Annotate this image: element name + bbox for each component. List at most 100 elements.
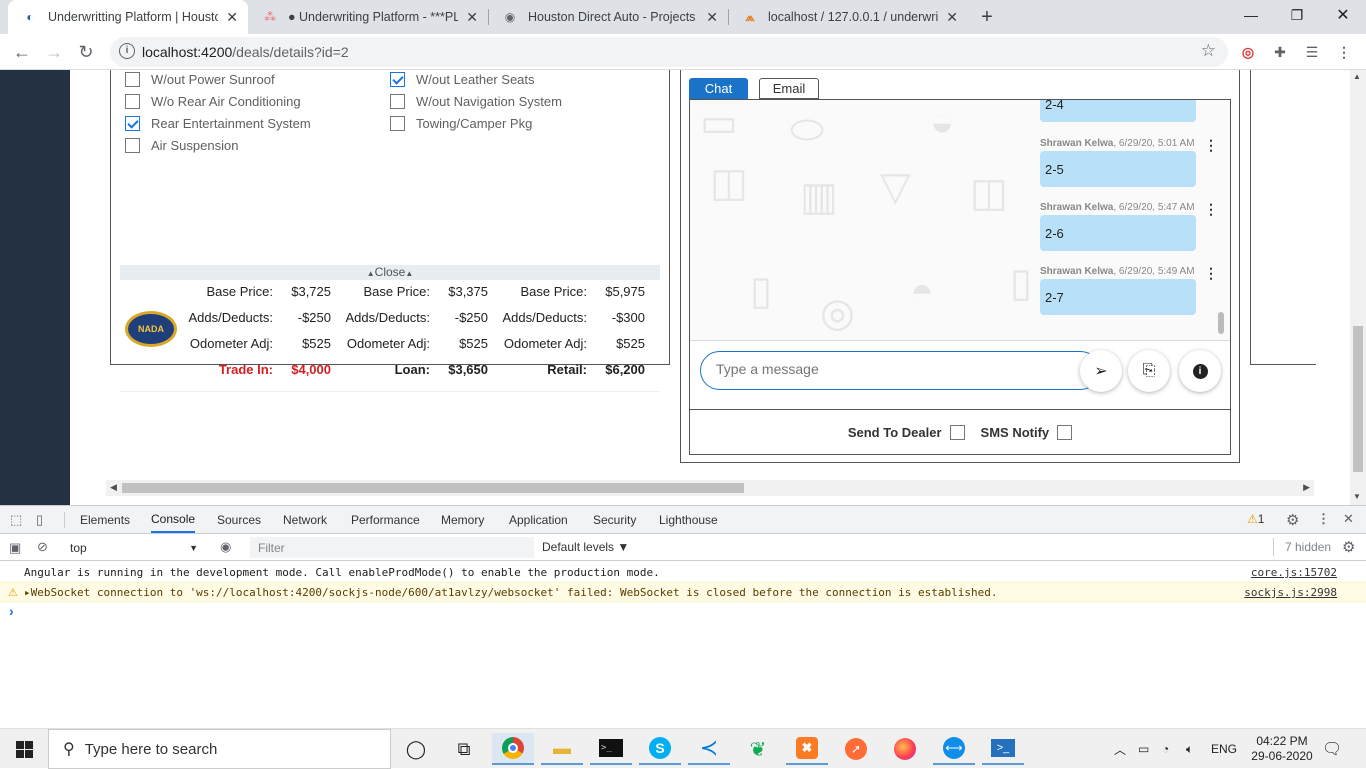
attach-button[interactable]: ⎘ [1128, 350, 1170, 392]
browser-tab-underwriting-plz[interactable]: ⁂ ● Underwriting Platform - ***PLZ ✕ [248, 0, 488, 34]
log-source-link[interactable]: sockjs.js:2998 [1244, 583, 1337, 603]
terminal-icon[interactable]: >_ [590, 733, 632, 765]
info-button[interactable]: i [1179, 350, 1221, 392]
extensions-puzzle-icon[interactable]: ✚ [1270, 42, 1290, 62]
context-select[interactable]: top ▼ [64, 538, 204, 557]
live-expression-eye-icon[interactable]: ◉ [220, 539, 231, 555]
scroll-thumb[interactable] [1353, 326, 1363, 472]
option-leather-seats[interactable]: W/out Leather Seats [390, 72, 535, 87]
console-filter-input[interactable]: Filter [250, 537, 534, 558]
message-input-wrapper[interactable] [700, 351, 1100, 390]
close-devtools-icon[interactable]: ✕ [1343, 511, 1354, 527]
chrome-taskbar-icon[interactable] [492, 733, 534, 765]
close-tab-icon[interactable]: ✕ [466, 9, 478, 26]
clear-console-icon[interactable]: ⊘ [37, 539, 48, 555]
taskbar-search-box[interactable]: ⚲ Type here to search [48, 729, 391, 769]
task-view-icon[interactable]: ⧉ [443, 733, 485, 765]
show-hidden-icons-icon[interactable]: ︿ [1114, 729, 1126, 769]
checkbox[interactable] [125, 138, 140, 153]
back-icon[interactable]: ← [8, 38, 36, 66]
close-tab-icon[interactable]: ✕ [706, 9, 718, 26]
scroll-right-icon[interactable]: ▶ [1303, 482, 1310, 493]
cortana-icon[interactable]: ◯ [395, 733, 437, 765]
devtools-tab-sources[interactable]: Sources [217, 506, 261, 533]
battery-icon[interactable]: ▭ [1138, 729, 1149, 769]
browser-tab-underwritting[interactable]: ◐ Underwritting Platform | Houston ✕ [8, 0, 248, 34]
option-rear-entertainment[interactable]: Rear Entertainment System [125, 116, 311, 131]
message-menu-icon[interactable]: ⋮ [1204, 266, 1218, 280]
minimize-icon[interactable]: — [1228, 0, 1274, 30]
message-menu-icon[interactable]: ⋮ [1204, 202, 1218, 216]
checkbox[interactable] [125, 72, 140, 87]
volume-icon[interactable]: 🔈︎ [1186, 729, 1193, 769]
option-navigation[interactable]: W/out Navigation System [390, 94, 562, 109]
page-horizontal-scrollbar[interactable]: ◀ ▶ [106, 480, 1314, 496]
devtools-tab-lighthouse[interactable]: Lighthouse [659, 506, 718, 533]
browser-menu-icon[interactable]: ⋮ [1334, 42, 1354, 62]
checkbox[interactable] [125, 94, 140, 109]
mongodb-icon[interactable]: ❦ [737, 733, 779, 765]
checkbox-checked[interactable] [125, 116, 140, 131]
new-tab-button[interactable]: + [976, 4, 998, 30]
skype-icon[interactable]: S [639, 733, 681, 765]
message-input[interactable] [716, 361, 1076, 377]
close-tab-icon[interactable]: ✕ [946, 9, 958, 26]
close-toggle-bar[interactable]: ▲Close▲ [120, 265, 660, 280]
profile-avatar-icon[interactable]: ☰ [1302, 42, 1322, 62]
send-button[interactable]: ➢ [1080, 350, 1122, 392]
bookmark-star-icon[interactable]: ☆ [1201, 41, 1216, 61]
devtools-tab-network[interactable]: Network [283, 506, 327, 533]
scroll-thumb[interactable] [122, 483, 744, 493]
forward-icon[interactable]: → [40, 38, 68, 66]
console-prompt[interactable]: › [9, 603, 14, 619]
firefox-icon[interactable] [884, 733, 926, 765]
checkbox-checked[interactable] [390, 72, 405, 87]
scroll-left-icon[interactable]: ◀ [110, 482, 117, 493]
devtools-tab-memory[interactable]: Memory [441, 506, 484, 533]
devtools-tab-elements[interactable]: Elements [80, 506, 130, 533]
browser-tab-phpmyadmin[interactable]: ⩕ localhost / 127.0.0.1 / underwritin ✕ [728, 0, 968, 34]
wifi-icon[interactable]: ◔ [1162, 729, 1169, 769]
scroll-down-icon[interactable]: ▼ [1353, 492, 1361, 501]
log-source-link[interactable]: core.js:15702 [1251, 563, 1337, 583]
more-options-icon[interactable]: ⋮ [1317, 511, 1330, 527]
console-settings-gear-icon[interactable]: ⚙ [1342, 538, 1355, 556]
teamviewer-icon[interactable]: ⟷ [933, 733, 975, 765]
device-toolbar-icon[interactable]: ▯ [36, 512, 43, 528]
message-scrollbar[interactable] [1218, 312, 1224, 334]
option-power-sunroof[interactable]: W/out Power Sunroof [125, 72, 275, 87]
warning-counter[interactable]: ⚠1 [1247, 512, 1264, 526]
log-levels-dropdown[interactable]: Default levels ▼ [542, 540, 629, 554]
tab-chat[interactable]: Chat [689, 78, 748, 99]
checkbox[interactable] [390, 94, 405, 109]
browser-tab-houston-projects[interactable]: ◉ Houston Direct Auto - Projects ✕ [488, 0, 728, 34]
option-rear-ac[interactable]: W/o Rear Air Conditioning [125, 94, 301, 109]
xampp-icon[interactable]: ✖ [786, 733, 828, 765]
url-text[interactable]: localhost:4200/deals/details?id=2 [142, 44, 349, 60]
devtools-tab-performance[interactable]: Performance [351, 506, 420, 533]
vscode-icon[interactable]: ≺ [688, 733, 730, 765]
sms-notify-checkbox[interactable] [1057, 424, 1073, 440]
language-indicator[interactable]: ENG [1211, 729, 1237, 769]
message-area[interactable]: ▭ ⬭ ◒ ◫ ▥ ▽ ◫ ▯ ◎ ◓ ▯ 2-4 Shrawan Kelwa,… [690, 100, 1230, 341]
scroll-up-icon[interactable]: ▲ [1353, 72, 1361, 81]
settings-gear-icon[interactable]: ⚙ [1286, 511, 1299, 529]
sidebar-toggle-icon[interactable]: ▣ [9, 540, 21, 556]
restore-icon[interactable]: ❐ [1274, 0, 1320, 30]
clock[interactable]: 04:22 PM 29-06-2020 [1248, 729, 1316, 769]
postman-icon[interactable]: ➚ [835, 733, 877, 765]
close-tab-icon[interactable]: ✕ [226, 9, 238, 26]
devtools-tab-console[interactable]: Console [151, 506, 196, 533]
page-vertical-scrollbar[interactable]: ▲ ▼ [1350, 70, 1366, 505]
file-explorer-icon[interactable]: ▬ [541, 733, 583, 765]
reload-icon[interactable]: ↻ [72, 38, 100, 66]
devtools-tab-security[interactable]: Security [593, 506, 636, 533]
send-to-dealer-checkbox[interactable] [949, 424, 965, 440]
log-message[interactable]: ▸WebSocket connection to 'ws://localhost… [24, 583, 998, 603]
site-info-icon[interactable]: i [119, 43, 135, 59]
checkbox[interactable] [390, 116, 405, 131]
notifications-icon[interactable]: 🗨︎ [1322, 729, 1342, 769]
option-towing[interactable]: Towing/Camper Pkg [390, 116, 532, 131]
extension-swirl-icon[interactable]: ◎ [1238, 42, 1258, 62]
tab-email[interactable]: Email [759, 78, 819, 99]
